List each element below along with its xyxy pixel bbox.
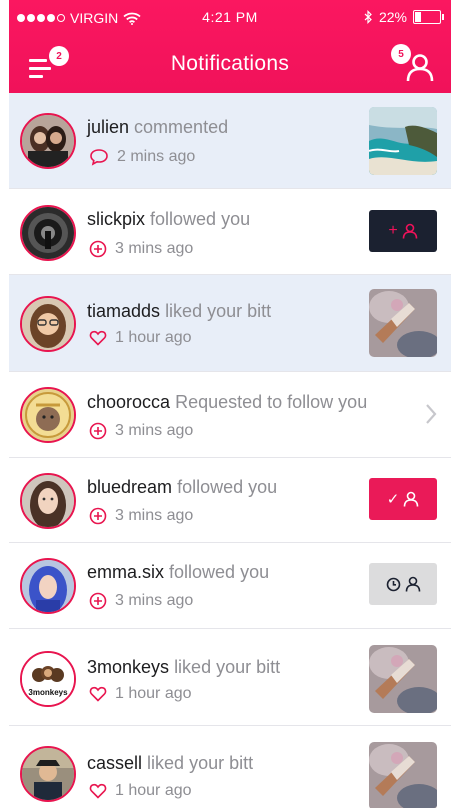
nav-bar: 2 Notifications 5 [9,36,451,93]
notification-text: 3monkeys liked your bitt [87,657,280,678]
avatar-logo-text: 3monkeys [28,688,68,697]
phone-screen: VIRGIN 4:21 PM 22% 2 Notifications 5 jul… [9,0,451,808]
notification-meta: 1 hour ago [89,782,192,800]
notification-action: followed you [177,477,278,497]
notification-meta: 3 mins ago [89,422,193,440]
user-icon [405,576,420,592]
list-item[interactable]: choorocca Requested to follow you 3 mins… [9,372,451,458]
notification-text: emma.six followed you [87,562,269,583]
username[interactable]: tiamadds [87,301,160,321]
thumbnail-cup[interactable] [369,742,437,808]
list-item[interactable]: emma.six followed you 3 mins ago [9,543,451,629]
comment-icon [90,149,108,166]
plus-circle-icon [89,592,107,610]
notification-text: choorocca Requested to follow you [87,392,367,413]
user-icon [403,491,419,507]
notification-meta: 2 mins ago [89,148,195,166]
notification-action: liked your bitt [147,753,254,773]
notification-action: followed you [169,562,270,582]
timestamp: 1 hour ago [115,782,192,799]
plus-circle-icon [89,422,107,440]
notification-text: tiamadds liked your bitt [87,301,271,322]
avatar [20,296,76,352]
heart-icon [89,783,107,799]
timestamp: 3 mins ago [115,422,194,439]
thumbnail-cup[interactable] [369,289,437,357]
timestamp: 1 hour ago [115,329,192,346]
username[interactable]: julien [87,117,129,137]
notification-text: slickpix followed you [87,209,250,230]
thumbnail-beach[interactable] [369,107,437,175]
username[interactable]: cassell [87,753,142,773]
thumbnail-cup[interactable] [369,645,437,713]
plus-icon: + [388,222,398,239]
status-right: 22% [364,9,444,25]
notification-meta: 1 hour ago [89,685,192,703]
avatar [20,387,76,443]
user-icon [402,223,417,239]
avatar [20,205,76,261]
notification-action: followed you [150,209,251,229]
notification-meta: 1 hour ago [89,329,192,347]
notification-action: commented [134,117,229,137]
clock-icon [386,577,400,591]
plus-circle-icon [89,240,107,258]
timestamp: 3 mins ago [115,240,194,257]
notification-action: liked your bitt [165,301,272,321]
plus-circle-icon [89,507,107,525]
notification-meta: 3 mins ago [89,592,193,610]
notification-action: liked your bitt [174,657,281,677]
page-title: Notifications [170,52,290,75]
list-item[interactable]: julien commented 2 mins ago [9,93,451,189]
list-item[interactable]: 3monkeys 3monkeys liked your bitt 1 hour… [9,629,451,726]
notification-meta: 3 mins ago [89,240,193,258]
avatar [20,473,76,529]
avatar: 3monkeys [20,651,76,707]
notification-text: cassell liked your bitt [87,753,253,774]
username[interactable]: slickpix [87,209,145,229]
heart-icon [89,330,107,346]
list-item[interactable]: tiamadds liked your bitt 1 hour ago [9,275,451,372]
avatar [20,746,76,802]
heart-icon [89,686,107,702]
battery-percent: 22% [378,9,407,25]
username[interactable]: choorocca [87,392,170,412]
timestamp: 3 mins ago [115,592,194,609]
notification-text: bluedream followed you [87,477,277,498]
user-badge: 5 [391,44,411,64]
notification-text: julien commented [87,117,228,138]
username[interactable]: bluedream [87,477,172,497]
battery-icon [413,10,444,24]
notification-list: julien commented 2 mins ago slickpix fol… [9,93,451,808]
profile-button[interactable]: 5 [391,44,437,82]
timestamp: 2 mins ago [117,148,196,165]
timestamp: 1 hour ago [115,685,192,702]
pending-button[interactable] [369,563,437,605]
status-bar: VIRGIN 4:21 PM 22% [9,0,451,36]
list-item[interactable]: slickpix followed you 3 mins ago + [9,189,451,275]
timestamp: 3 mins ago [115,507,194,524]
checkmark-icon: ✓ [386,491,400,508]
avatar [20,558,76,614]
username[interactable]: emma.six [87,562,164,582]
username[interactable]: 3monkeys [87,657,169,677]
following-button[interactable]: ✓ [369,478,437,520]
list-item[interactable]: cassell liked your bitt 1 hour ago [9,726,451,808]
bluetooth-icon [364,10,372,24]
list-item[interactable]: bluedream followed you 3 mins ago ✓ [9,458,451,543]
notification-meta: 3 mins ago [89,507,193,525]
notification-action: Requested to follow you [175,392,368,412]
chevron-right-icon[interactable] [425,403,437,425]
avatar [20,113,76,169]
follow-back-button[interactable]: + [369,210,437,252]
